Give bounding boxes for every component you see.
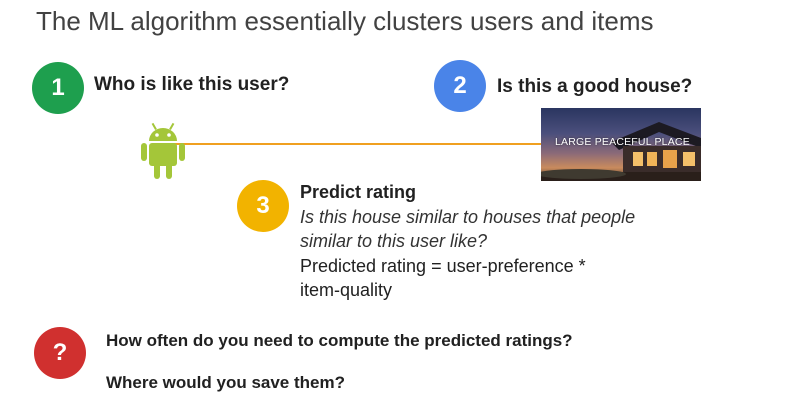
- step-3-title: Predict rating: [300, 182, 417, 202]
- step-3-question-line-1: Is this house similar to houses that peo…: [300, 206, 636, 227]
- storage-question: Where would you save them?: [106, 373, 345, 392]
- step-3-formula-line-2: item-quality: [300, 280, 393, 300]
- step-3-question-line-2: similar to this user like?: [300, 231, 488, 251]
- step-3-formula-line-1: Predicted rating = user-preference *: [300, 255, 586, 276]
- step-1-badge: 1: [32, 62, 84, 114]
- house-image: LARGE PEACEFUL PLACE: [541, 108, 701, 181]
- house-image-caption: LARGE PEACEFUL PLACE: [555, 136, 690, 148]
- compute-frequency-question: How often do you need to compute the pre…: [106, 331, 573, 350]
- user-item-connector: [170, 143, 545, 145]
- step-3-badge: 3: [237, 180, 289, 232]
- question-badge: ?: [34, 327, 86, 379]
- step-2-question: Is this a good house?: [497, 76, 693, 97]
- step-2-badge: 2: [434, 60, 486, 112]
- step-3-block: Predict rating Is this house similar to …: [300, 180, 720, 303]
- android-icon: [140, 122, 186, 180]
- slide-title: The ML algorithm essentially clusters us…: [36, 6, 654, 36]
- step-1-question: Who is like this user?: [94, 74, 290, 95]
